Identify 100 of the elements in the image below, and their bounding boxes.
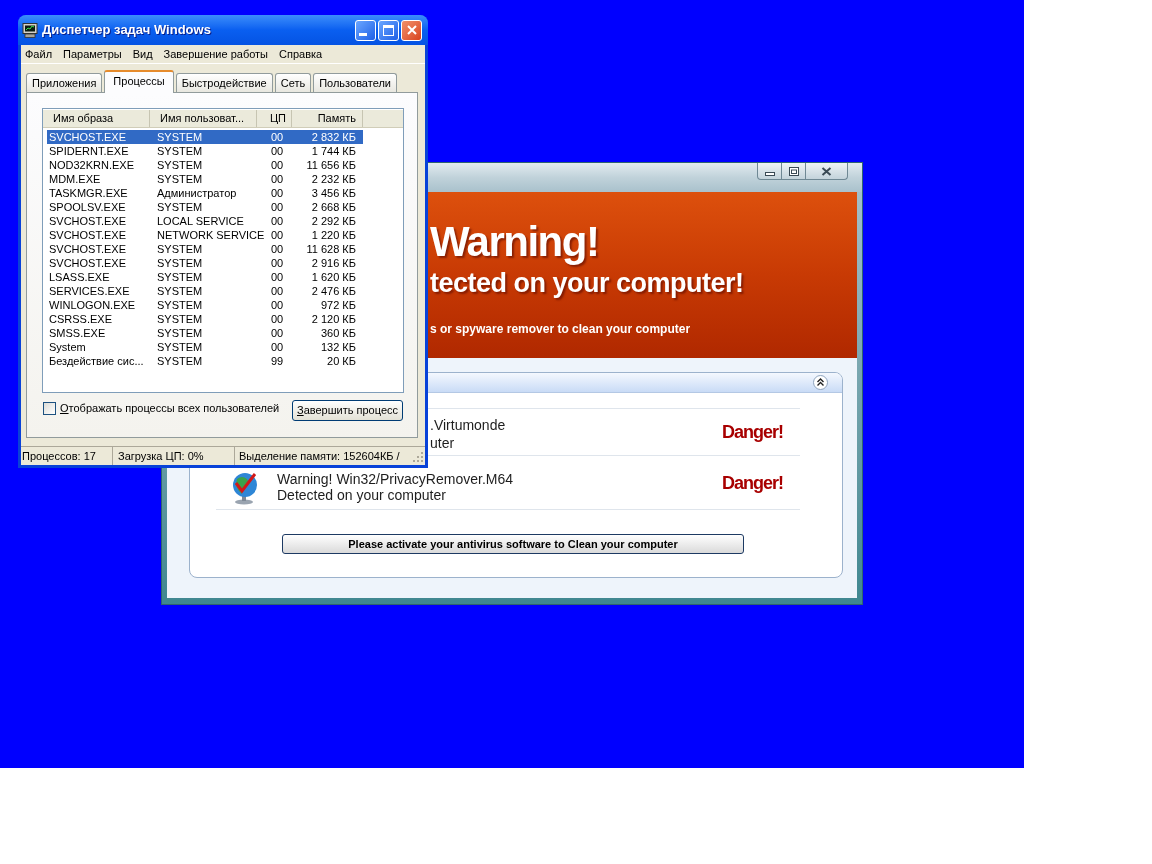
table-cell-text: SYSTEM <box>157 200 204 214</box>
table-cell-text: 00 <box>270 172 285 186</box>
table-cell-text: SPOOLSV.EXE <box>48 200 127 214</box>
table-cell-text: 00 <box>270 298 285 312</box>
column-header[interactable]: Имя образа <box>43 110 150 127</box>
table-cell-text: SYSTEM <box>157 354 204 368</box>
table-cell-text: 2 668 КБ <box>310 200 357 214</box>
table-cell-text: SMSS.EXE <box>48 326 107 340</box>
tab[interactable]: Пользователи <box>313 73 397 92</box>
process-row[interactable]: SVCHOST.EXE LOCAL SERVICE 00 2 292 КБ <box>47 214 363 228</box>
table-cell-text: 2 476 КБ <box>310 284 357 298</box>
menu-item[interactable]: Параметры <box>63 45 122 63</box>
process-row[interactable]: WINLOGON.EXE SYSTEM 00 972 КБ <box>47 298 363 312</box>
process-row[interactable]: TASKMGR.EXE Администратор 00 3 456 КБ <box>47 186 363 200</box>
table-cell-text: 1 744 КБ <box>310 144 357 158</box>
process-row[interactable]: CSRSS.EXE SYSTEM 00 2 120 КБ <box>47 312 363 326</box>
checkbox-label[interactable]: Отображать процессы всех пользователей <box>60 400 280 417</box>
collapse-icon[interactable] <box>813 375 828 390</box>
tab[interactable]: Приложения <box>26 73 103 92</box>
tab[interactable]: Сеть <box>274 73 312 92</box>
column-header[interactable]: Имя пользоват... <box>150 110 257 127</box>
table-cell-text: SVCHOST.EXE <box>48 130 128 144</box>
menu-item[interactable]: Вид <box>132 45 153 63</box>
window-title: Диспетчер задач Windows <box>42 21 211 40</box>
table-cell-text: SYSTEM <box>157 312 204 326</box>
process-row[interactable]: SVCHOST.EXE SYSTEM 00 2 916 КБ <box>47 256 363 270</box>
table-cell-text: SYSTEM <box>157 298 204 312</box>
table-cell-text: 2 232 КБ <box>310 172 357 186</box>
table-cell-text: SYSTEM <box>157 326 204 340</box>
table-cell-text: 2 120 КБ <box>310 312 357 326</box>
resize-grip-icon <box>413 452 424 463</box>
table-cell-text: 00 <box>270 186 285 200</box>
threat-detail: Detected on your computer <box>277 487 447 503</box>
table-cell-text: Бездействие сис... <box>48 354 145 368</box>
table-cell-text: 360 КБ <box>319 326 357 340</box>
process-row[interactable]: LSASS.EXE SYSTEM 00 1 620 КБ <box>47 270 363 284</box>
status-text: Загрузка ЦП: 0% <box>118 448 204 464</box>
computer-icon <box>22 22 38 38</box>
banner-title: Warning! <box>430 221 599 263</box>
table-cell-text: 2 916 КБ <box>310 256 357 270</box>
table-cell-text: 11 656 КБ <box>305 158 357 172</box>
end-process-button[interactable]: Завершить процесс <box>292 400 403 421</box>
table-cell-text: 972 КБ <box>319 298 357 312</box>
activate-button[interactable]: Please activate your antivirus software to Clean your computer <box>282 534 744 554</box>
process-row[interactable]: NOD32KRN.EXE SYSTEM 00 11 656 КБ <box>47 158 363 172</box>
table-cell-text: 2 832 КБ <box>310 130 357 144</box>
table-cell-text: 00 <box>270 144 285 158</box>
banner-subtitle: tected on your computer! <box>430 270 744 297</box>
table-cell-text: SYSTEM <box>157 158 204 172</box>
table-cell-text: LOCAL SERVICE <box>157 214 245 228</box>
process-row[interactable]: Бездействие сис... SYSTEM 99 20 КБ <box>47 354 363 368</box>
process-row[interactable]: SPIDERNT.EXE SYSTEM 00 1 744 КБ <box>47 144 363 158</box>
process-row[interactable]: SERVICES.EXE SYSTEM 00 2 476 КБ <box>47 284 363 298</box>
minimize-button[interactable] <box>757 163 782 180</box>
process-row[interactable]: System SYSTEM 00 132 КБ <box>47 340 363 354</box>
table-cell-text: 00 <box>270 200 285 214</box>
maximize-icon <box>383 24 394 36</box>
table-cell-text: SYSTEM <box>157 256 204 270</box>
table-cell-text: 00 <box>270 256 285 270</box>
menu-item[interactable]: Завершение работы <box>163 45 268 63</box>
table-cell-text: 1 220 КБ <box>310 228 357 242</box>
menu-item[interactable]: Файл <box>25 45 53 63</box>
table-cell-text: 3 456 КБ <box>310 186 357 200</box>
table-cell-text: 00 <box>270 270 285 284</box>
table-cell-text: SPIDERNT.EXE <box>48 144 130 158</box>
process-row[interactable]: SVCHOST.EXE SYSTEM 00 2 832 КБ <box>47 130 363 144</box>
column-header[interactable]: Память <box>292 110 363 127</box>
process-row[interactable]: SMSS.EXE SYSTEM 00 360 КБ <box>47 326 363 340</box>
banner-hint: s or spyware remover to clean your computer <box>430 323 691 335</box>
table-cell-text: SVCHOST.EXE <box>48 256 128 270</box>
table-cell-text: 00 <box>270 340 285 354</box>
table-cell-text: 00 <box>270 158 285 172</box>
process-row[interactable]: SVCHOST.EXE SYSTEM 00 11 628 КБ <box>47 242 363 256</box>
table-cell-text: 20 КБ <box>326 354 357 368</box>
table-cell-text: 00 <box>270 326 285 340</box>
table-cell-text: SERVICES.EXE <box>48 284 131 298</box>
menu-item[interactable]: Справка <box>279 45 323 63</box>
table-cell-text: TASKMGR.EXE <box>48 186 129 200</box>
table-cell-text: 00 <box>270 214 285 228</box>
process-row[interactable]: SVCHOST.EXE NETWORK SERVICE 00 1 220 КБ <box>47 228 363 242</box>
close-button[interactable] <box>806 163 848 180</box>
column-header[interactable]: ЦП <box>257 110 292 127</box>
table-cell-text: NETWORK SERVICE <box>157 228 266 242</box>
maximize-button[interactable] <box>378 19 399 41</box>
table-cell-text: 00 <box>270 284 285 298</box>
table-cell-text: WINLOGON.EXE <box>48 298 137 312</box>
table-cell-text: SYSTEM <box>157 284 204 298</box>
minimize-icon <box>764 171 775 176</box>
table-cell-text: SYSTEM <box>157 270 204 284</box>
table-cell-text: 00 <box>270 312 285 326</box>
danger-label: Danger! <box>722 473 783 492</box>
tab[interactable]: Процессы <box>104 70 174 93</box>
threat-name: .Virtumonde <box>430 416 506 434</box>
restore-button[interactable] <box>782 163 806 180</box>
process-row[interactable]: MDM.EXE SYSTEM 00 2 232 КБ <box>47 172 363 186</box>
threat-name: Warning! Win32/PrivacyRemover.M64 <box>277 471 513 487</box>
tab[interactable]: Быстродействие <box>175 73 273 92</box>
process-row[interactable]: SPOOLSV.EXE SYSTEM 00 2 668 КБ <box>47 200 363 214</box>
checkbox[interactable] <box>43 401 56 415</box>
table-cell-text: LSASS.EXE <box>48 270 111 284</box>
